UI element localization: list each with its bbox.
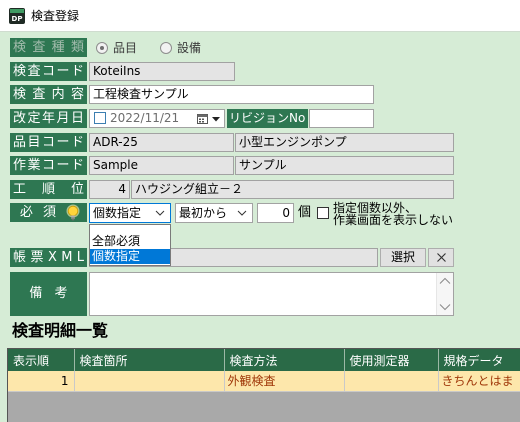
app-logo-text: DP <box>12 15 23 23</box>
process-order-label: 工 順 位 <box>10 180 87 199</box>
radio-option-label: 設備 <box>177 41 202 55</box>
mode-dropdown-list: 全部必須 個数指定 <box>89 224 171 266</box>
required-count-input[interactable]: 0 <box>257 203 294 223</box>
column-header-order[interactable]: 表示順 <box>8 349 75 371</box>
revision-date-value: 2022/11/21 <box>110 111 180 125</box>
remarks-label: 備 考 <box>10 272 87 316</box>
chevron-up-icon[interactable] <box>439 277 451 285</box>
inspection-type-radio-group: 品目 設備 <box>96 38 236 58</box>
column-header-spec[interactable]: 規格データ <box>438 349 520 371</box>
calendar-icon[interactable] <box>197 113 208 124</box>
item-name-field[interactable]: 小型エンジンポンプ <box>235 133 454 152</box>
cell-order[interactable]: 1 <box>8 371 75 392</box>
details-heading: 検査明細一覧 <box>12 321 109 340</box>
table-row[interactable]: 1 外観検査 きちんとはま <box>8 371 520 392</box>
clear-report-button[interactable] <box>428 248 454 267</box>
revision-date-checkbox[interactable] <box>94 112 106 124</box>
close-icon <box>437 253 446 262</box>
revision-date-picker[interactable]: 2022/11/21 <box>89 109 225 128</box>
revision-no-input[interactable] <box>309 109 374 128</box>
inspection-type-label: 検 査 種 類 <box>10 38 87 57</box>
column-header-instrument[interactable]: 使用測定器 <box>344 349 439 371</box>
details-grid[interactable]: 表示順 検査箇所 検査方法 使用測定器 規格データ 1 外観検査 きちんとはま <box>7 348 520 422</box>
radio-circle <box>96 42 108 54</box>
cell-method[interactable]: 外観検査 <box>224 371 345 392</box>
required-mode-select[interactable]: 個数指定 <box>89 203 171 223</box>
column-header-method[interactable]: 検査方法 <box>224 349 345 371</box>
hide-others-checkbox[interactable] <box>317 207 329 219</box>
item-code-field[interactable]: ADR-25 <box>89 133 234 152</box>
chevron-down-icon <box>155 210 165 216</box>
cell-spec[interactable]: きちんとはま <box>438 371 520 392</box>
select-report-button[interactable]: 選択 <box>380 248 426 267</box>
count-unit-label: 個 <box>298 205 312 220</box>
table-body: 1 外観検査 きちんとはま <box>8 371 520 392</box>
radio-option-equipment[interactable]: 設備 <box>160 38 220 58</box>
dropdown-option-all-required[interactable]: 全部必須 <box>90 234 170 249</box>
cell-location[interactable] <box>74 371 225 392</box>
chevron-down-icon[interactable] <box>439 303 451 311</box>
process-order-number-field[interactable]: 4 <box>89 180 130 199</box>
radio-option-item[interactable]: 品目 <box>96 38 156 58</box>
column-header-location[interactable]: 検査箇所 <box>74 349 225 371</box>
cell-instrument[interactable] <box>344 371 439 392</box>
inspection-content-input[interactable]: 工程検査サンプル <box>89 85 374 104</box>
work-name-field[interactable]: サンプル <box>235 156 454 175</box>
revision-no-label: リビジョンNo <box>227 109 308 128</box>
radio-option-label: 品目 <box>113 41 138 55</box>
remarks-scrollbar[interactable] <box>436 273 453 315</box>
remarks-textarea[interactable] <box>89 272 454 316</box>
dropdown-arrow-icon[interactable] <box>212 117 220 122</box>
required-start-select[interactable]: 最初から <box>175 203 253 223</box>
work-code-field[interactable]: Sample <box>89 156 234 175</box>
required-mode-value: 個数指定 <box>93 206 142 220</box>
report-xml-label: 帳 票 X M L <box>10 248 87 267</box>
lightbulb-icon[interactable] <box>66 204 80 222</box>
inspection-code-label: 検査コード <box>10 62 87 81</box>
hide-others-label-line2[interactable]: 作業画面を表示しない <box>333 214 453 226</box>
details-table: 表示順 検査箇所 検査方法 使用測定器 規格データ 1 外観検査 きちんとはま <box>8 349 520 392</box>
title-bar: DP 検査登録 <box>0 0 520 32</box>
work-code-label: 作業コード <box>10 156 87 175</box>
chevron-down-icon <box>237 210 247 216</box>
app-logo-icon: DP <box>9 8 25 24</box>
inspection-content-label: 検 査 内 容 <box>10 85 87 104</box>
table-header: 表示順 検査箇所 検査方法 使用測定器 規格データ <box>8 349 520 371</box>
dropdown-option-count-specified[interactable]: 個数指定 <box>90 249 170 264</box>
radio-circle <box>160 42 172 54</box>
process-name-field[interactable]: ハウジング組立－２ <box>131 180 454 199</box>
inspection-code-field[interactable]: KoteiIns <box>89 62 235 81</box>
header-row: 表示順 検査箇所 検査方法 使用測定器 規格データ <box>8 349 520 371</box>
required-start-value: 最初から <box>179 206 228 220</box>
revision-date-label: 改定年月日 <box>10 109 87 128</box>
item-code-label: 品目コード <box>10 133 87 152</box>
window-title: 検査登録 <box>31 9 80 23</box>
